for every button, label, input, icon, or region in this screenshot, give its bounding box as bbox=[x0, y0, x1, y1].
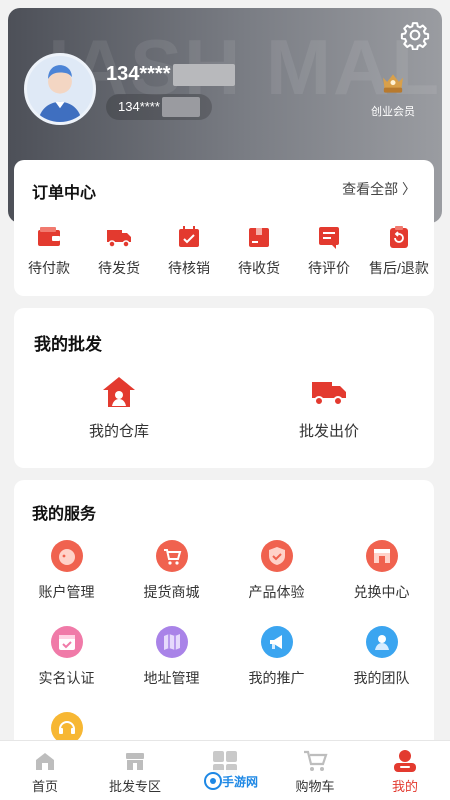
user-phone: 134**** bbox=[106, 63, 171, 85]
service-my-team[interactable]: 我的团队 bbox=[329, 626, 434, 712]
review-icon bbox=[319, 227, 339, 249]
wholesale-item-label: 我的仓库 bbox=[88, 423, 149, 440]
phone-mask bbox=[173, 64, 235, 86]
services-title: 我的服务 bbox=[32, 506, 97, 523]
cart-icon bbox=[155, 540, 188, 572]
wholesale-item-label: 批发出价 bbox=[298, 423, 359, 440]
my-warehouse-button[interactable]: 我的仓库 bbox=[14, 374, 224, 441]
site-watermark: 手游网 bbox=[200, 770, 263, 792]
box-icon bbox=[249, 228, 269, 247]
order-status-label: 待收货 bbox=[238, 260, 280, 276]
service-real-name-auth[interactable]: 实名认证 bbox=[14, 626, 119, 712]
view-all-orders-link[interactable]: 查看全部 〉 bbox=[342, 179, 416, 199]
tab-cart[interactable]: 购物车 bbox=[270, 741, 360, 800]
tab-mine[interactable]: 我的 bbox=[360, 741, 450, 800]
home-icon bbox=[36, 753, 54, 770]
order-pending-shipment[interactable]: 待发货 bbox=[84, 224, 154, 278]
wholesale-card: 我的批发 我的仓库 批发出价 bbox=[14, 308, 434, 468]
wholesale-title: 我的批发 bbox=[34, 335, 102, 354]
order-pending-payment[interactable]: 待付款 bbox=[14, 224, 84, 278]
megaphone-icon bbox=[260, 626, 293, 658]
service-exchange-center[interactable]: 兑换中心 bbox=[329, 540, 434, 626]
tab-wholesale-zone[interactable]: 批发专区 bbox=[90, 741, 180, 800]
service-address-management[interactable]: 地址管理 bbox=[119, 626, 224, 712]
truck-icon bbox=[312, 382, 346, 406]
order-center-card: 订单中心 查看全部 〉 待付款 待发货 待核销 待收货 待评价 售后/退款 bbox=[14, 160, 434, 296]
calendar-icon bbox=[50, 626, 83, 658]
service-label: 实名认证 bbox=[38, 670, 95, 686]
order-pending-receipt[interactable]: 待收货 bbox=[224, 224, 294, 278]
watermark-text: 手游网 bbox=[222, 774, 259, 789]
tab-label: 购物车 bbox=[295, 779, 335, 794]
truck-icon bbox=[107, 230, 131, 248]
service-label: 账户管理 bbox=[38, 584, 95, 600]
refund-icon bbox=[390, 226, 408, 248]
user-id-pill: 134**** bbox=[106, 94, 212, 120]
service-label: 地址管理 bbox=[143, 670, 200, 686]
service-label: 兑换中心 bbox=[353, 584, 410, 600]
service-account-management[interactable]: 账户管理 bbox=[14, 540, 119, 626]
team-icon bbox=[365, 626, 398, 658]
gear-icon[interactable] bbox=[400, 20, 430, 50]
order-pending-review[interactable]: 待评价 bbox=[294, 224, 364, 278]
tab-label: 批发专区 bbox=[108, 779, 161, 794]
tab-label: 首页 bbox=[31, 779, 58, 794]
order-status-label: 售后/退款 bbox=[369, 260, 429, 276]
tab-home[interactable]: 首页 bbox=[0, 741, 90, 800]
service-pickup-mall[interactable]: 提货商城 bbox=[119, 540, 224, 626]
warehouse-icon bbox=[103, 377, 135, 407]
avatar[interactable] bbox=[24, 53, 96, 125]
order-status-label: 待发货 bbox=[98, 260, 140, 276]
order-after-sale[interactable]: 售后/退款 bbox=[364, 224, 434, 278]
piggy-bank-icon bbox=[50, 540, 83, 572]
order-status-label: 待付款 bbox=[28, 260, 70, 276]
member-badge[interactable]: 创业会员 bbox=[358, 66, 428, 119]
map-icon bbox=[155, 626, 188, 658]
service-label: 提货商城 bbox=[143, 584, 200, 600]
watermark-logo-icon bbox=[204, 772, 222, 790]
calendar-check-icon bbox=[179, 226, 199, 247]
service-label: 我的团队 bbox=[353, 670, 410, 686]
store-icon bbox=[126, 753, 144, 770]
services-card: 我的服务 账户管理 提货商城 产品体验 兑换中心 实名认证 地址管理 我的推广 bbox=[14, 480, 434, 770]
tab-label: 我的 bbox=[391, 779, 418, 794]
member-label: 创业会员 bbox=[371, 106, 415, 118]
cart-icon bbox=[304, 750, 328, 771]
order-status-row: 待付款 待发货 待核销 待收货 待评价 售后/退款 bbox=[14, 224, 434, 278]
order-status-label: 待核销 bbox=[168, 260, 210, 276]
service-product-trial[interactable]: 产品体验 bbox=[224, 540, 329, 626]
shop-icon bbox=[365, 540, 398, 572]
user-avatar-icon bbox=[38, 65, 82, 122]
service-label: 我的推广 bbox=[248, 670, 305, 686]
crown-badge-icon bbox=[383, 74, 403, 93]
service-label: 产品体验 bbox=[248, 584, 305, 600]
wholesale-row: 我的仓库 批发出价 bbox=[14, 374, 434, 441]
user-icon bbox=[394, 750, 416, 772]
order-center-title: 订单中心 bbox=[32, 185, 97, 202]
order-pending-verify[interactable]: 待核销 bbox=[154, 224, 224, 278]
wallet-icon bbox=[38, 227, 60, 246]
service-my-promotion[interactable]: 我的推广 bbox=[224, 626, 329, 712]
order-status-label: 待评价 bbox=[308, 260, 350, 276]
wholesale-bid-button[interactable]: 批发出价 bbox=[224, 374, 434, 441]
shield-icon bbox=[260, 540, 293, 572]
user-id-text: 134**** bbox=[118, 99, 160, 114]
id-mask bbox=[162, 97, 200, 117]
